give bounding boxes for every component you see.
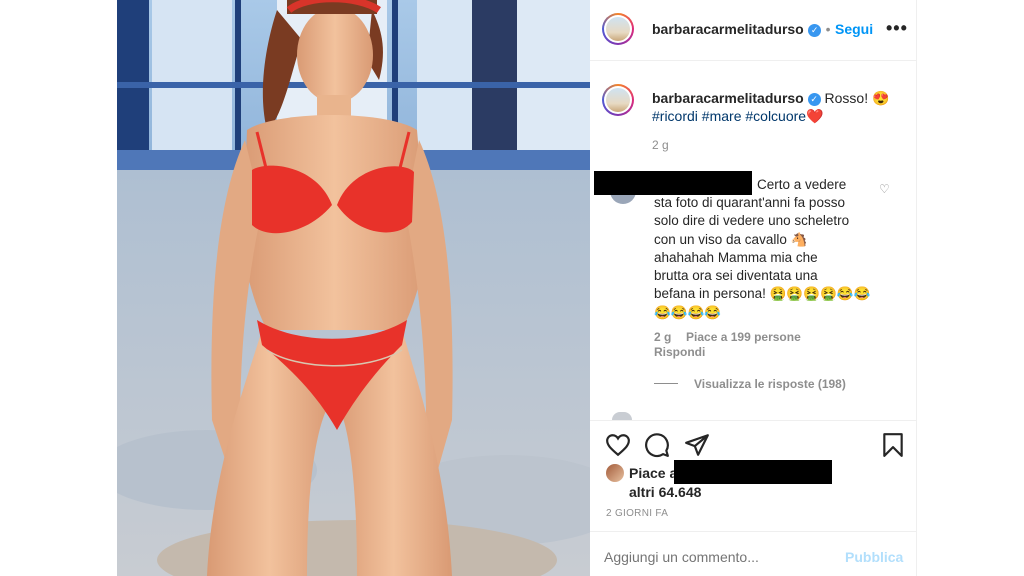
verified-badge-icon: ✓ (807, 93, 821, 106)
comment-line-2: sta foto di quarant'anni fa posso (654, 195, 845, 210)
caption-username[interactable]: barbaracarmelitadurso (652, 90, 804, 106)
comment-line-3: solo dire di vedere uno scheletro (654, 213, 850, 229)
header-username[interactable]: barbaracarmelitadurso (652, 21, 804, 37)
comment-likes[interactable]: Piace a 199 persone (686, 330, 801, 344)
view-replies-button[interactable]: Visualizza le risposte (198) (694, 377, 846, 391)
liker-avatar[interactable] (606, 464, 624, 482)
bookmark-icon[interactable] (880, 432, 906, 458)
likes-prefix[interactable]: Piace a (629, 465, 677, 481)
post-date[interactable]: 2 GIORNI FA (606, 508, 668, 519)
caption-avatar[interactable] (602, 84, 634, 116)
caption-text: Rosso! 😍 (824, 90, 890, 106)
heart-icon[interactable] (605, 432, 631, 458)
follow-button[interactable]: Segui (835, 21, 873, 37)
replies-divider (654, 383, 678, 384)
comment-box-divider (590, 531, 916, 532)
next-comment-avatar (612, 412, 632, 420)
redacted-username (594, 171, 752, 195)
verified-badge-icon: ✓ (808, 24, 822, 37)
avatar[interactable] (602, 13, 634, 45)
redacted-liker (674, 460, 832, 484)
comment-icon[interactable] (644, 432, 670, 458)
comment-line-7: befana in persona! 🤮🤮🤮🤮😂😂 (654, 286, 871, 302)
send-icon[interactable] (684, 432, 710, 458)
comment-line-4: con un viso da cavallo 🐴 (654, 231, 808, 247)
ellipsis-icon[interactable]: ••• (886, 18, 908, 39)
comment-time[interactable]: 2 g (654, 330, 671, 344)
likes-others[interactable]: altri 64.648 (629, 484, 701, 500)
comment-line-1: Certo a vedere (757, 177, 847, 192)
post-header: barbaracarmelitadurso ✓ • Segui ••• (590, 0, 916, 61)
publish-button[interactable]: Pubblica (845, 549, 903, 565)
caption-hashtags[interactable]: #ricordi #mare #colcuore❤️ (652, 108, 824, 124)
add-comment-input[interactable] (604, 546, 834, 568)
caption-time[interactable]: 2 g (652, 138, 669, 152)
post-side-panel: barbaracarmelitadurso ✓ • Segui ••• barb… (590, 0, 917, 576)
comment-line-5: ahahahah Mamma mia che (654, 249, 818, 265)
reply-button[interactable]: Rispondi (654, 345, 705, 359)
comment-line-6: brutta ora sei diventata una (654, 268, 818, 284)
actions-divider (590, 420, 916, 421)
beach-photo-illustration (117, 0, 590, 576)
comment-line-8: 😂😂😂😂 (654, 304, 722, 320)
post-photo[interactable] (117, 0, 590, 576)
separator-dot: • (825, 21, 831, 37)
